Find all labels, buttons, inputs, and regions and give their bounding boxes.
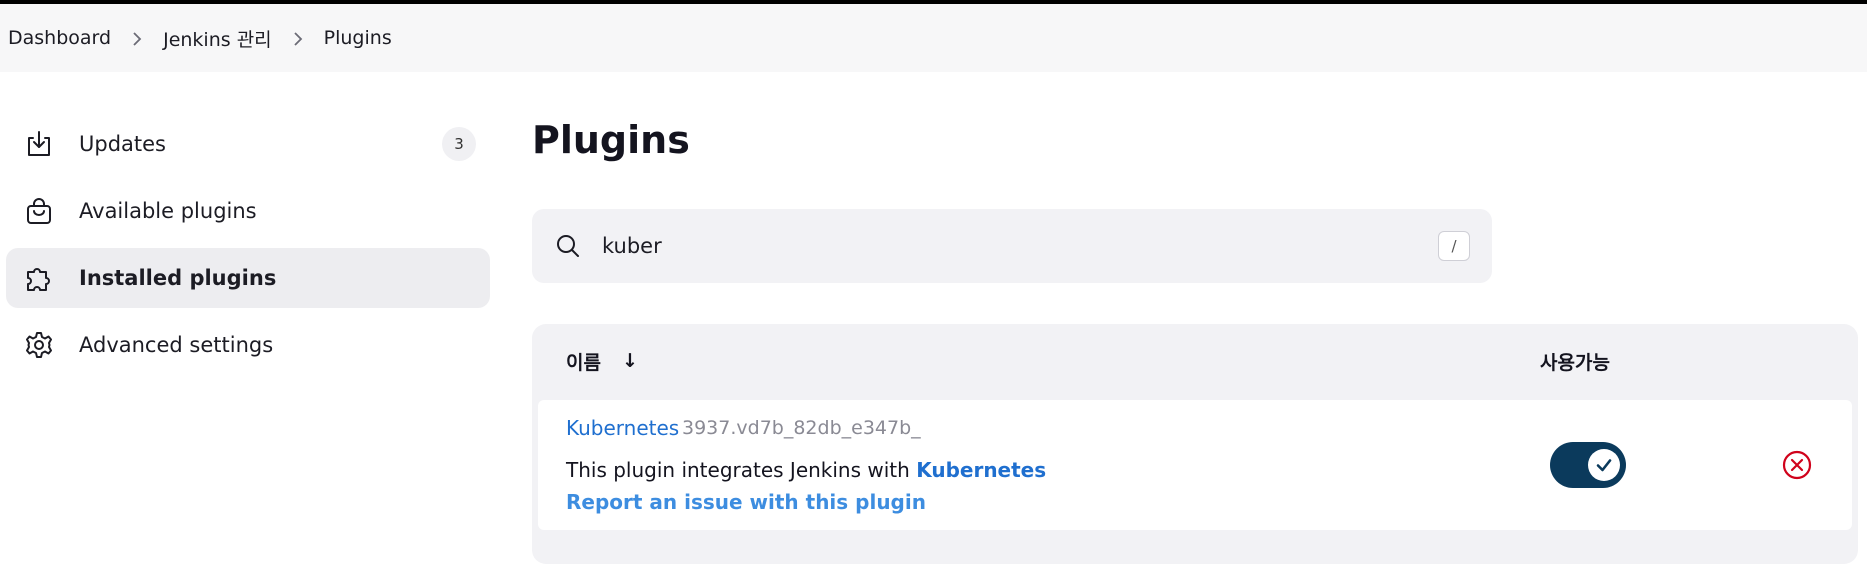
updates-count-badge: 3	[442, 127, 476, 161]
sidebar: Updates 3 Available plugins Installed pl…	[6, 114, 490, 382]
breadcrumb-plugins[interactable]: Plugins	[324, 27, 392, 49]
sidebar-item-label: Updates	[79, 132, 166, 156]
sidebar-item-label: Installed plugins	[79, 266, 277, 290]
page-title: Plugins	[532, 118, 690, 162]
uninstall-x-circle-icon[interactable]	[1780, 448, 1814, 482]
report-issue-link[interactable]: Report an issue with this plugin	[566, 490, 926, 514]
plugin-description-text: This plugin integrates Jenkins with	[566, 458, 917, 482]
plugin-enabled-toggle[interactable]	[1550, 442, 1626, 488]
sidebar-item-label: Available plugins	[79, 199, 257, 223]
breadcrumb-jenkins-manage[interactable]: Jenkins 관리	[163, 25, 272, 52]
sidebar-item-available-plugins[interactable]: Available plugins	[6, 181, 490, 241]
plugin-name-link[interactable]: Kubernetes	[566, 416, 679, 440]
plugin-search-input[interactable]: kuber /	[532, 209, 1492, 283]
chevron-right-icon	[272, 27, 324, 49]
search-input-value[interactable]: kuber	[602, 234, 662, 258]
sort-descending-icon[interactable]: ↓	[622, 350, 638, 372]
sidebar-item-label: Advanced settings	[79, 333, 274, 357]
shopping-bag-icon	[22, 194, 56, 228]
installed-plugins-table: 이름 ↓ 사용가능 Kubernetes 3937.vd7b_82db_e347…	[532, 324, 1858, 564]
search-shortcut-key: /	[1438, 231, 1470, 261]
download-icon	[22, 127, 56, 161]
table-row: Kubernetes 3937.vd7b_82db_e347b_ This pl…	[538, 400, 1852, 530]
sidebar-item-advanced-settings[interactable]: Advanced settings	[6, 315, 490, 375]
plugin-version: 3937.vd7b_82db_e347b_	[682, 417, 921, 439]
puzzle-icon	[22, 261, 56, 295]
breadcrumb: Dashboard Jenkins 관리 Plugins	[0, 4, 1867, 72]
gear-icon	[22, 328, 56, 362]
plugin-description: This plugin integrates Jenkins with Kube…	[566, 458, 1046, 482]
chevron-right-icon	[111, 27, 163, 49]
kubernetes-link[interactable]: Kubernetes	[916, 458, 1046, 482]
search-icon	[554, 232, 582, 260]
sidebar-item-updates[interactable]: Updates 3	[6, 114, 490, 174]
table-header: 이름 ↓ 사용가능	[532, 324, 1858, 400]
sidebar-item-installed-plugins[interactable]: Installed plugins	[6, 248, 490, 308]
column-header-name[interactable]: 이름	[566, 348, 601, 375]
checkmark-icon	[1588, 449, 1620, 481]
column-header-enabled[interactable]: 사용가능	[1540, 348, 1610, 375]
breadcrumb-dashboard[interactable]: Dashboard	[8, 27, 111, 49]
